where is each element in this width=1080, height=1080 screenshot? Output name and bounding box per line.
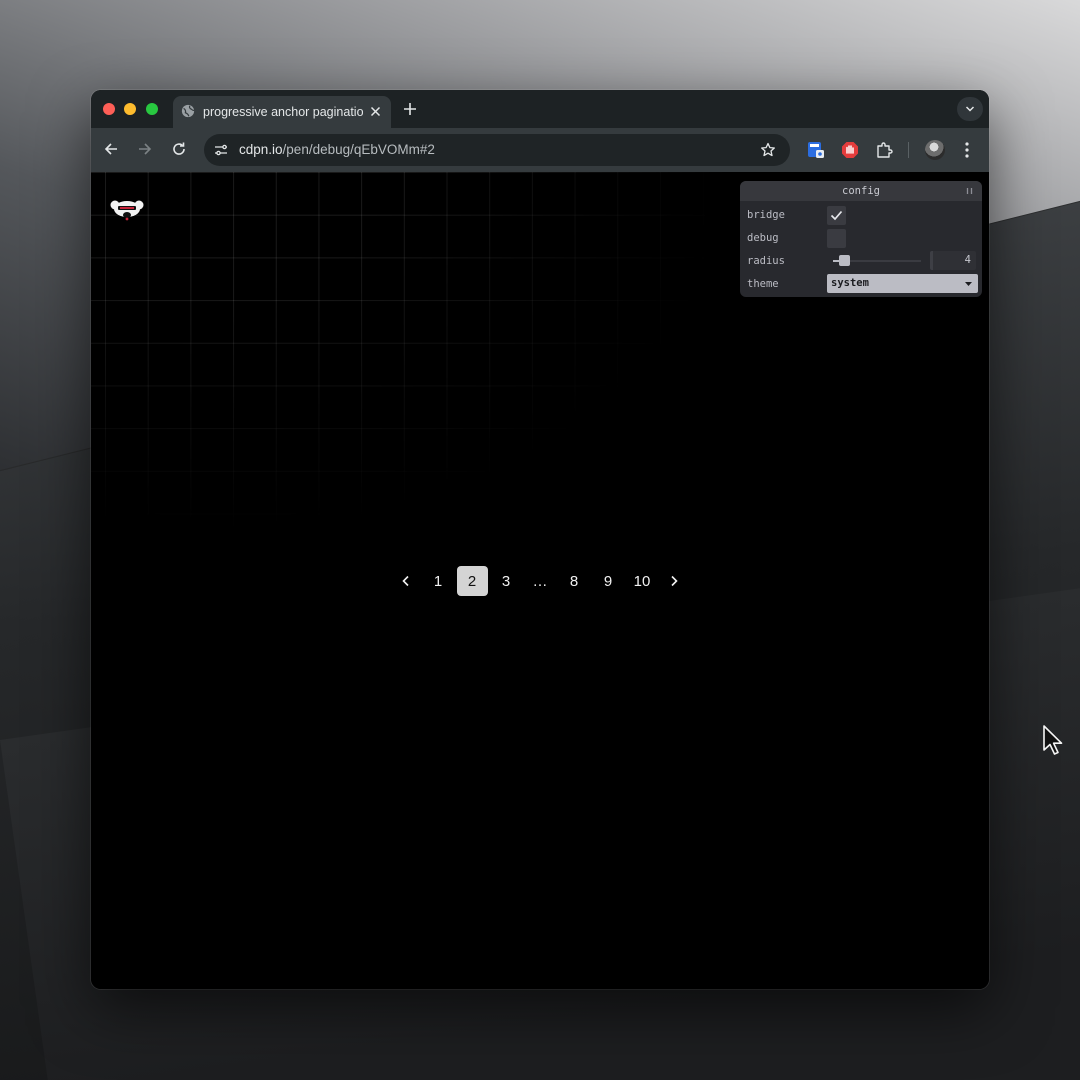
- profile-avatar[interactable]: [925, 140, 945, 160]
- window-close-button[interactable]: [103, 103, 115, 115]
- password-manager-extension-icon[interactable]: [807, 141, 825, 159]
- tab-strip: progressive anchor pagination: [91, 90, 989, 128]
- browser-tab[interactable]: progressive anchor pagination: [173, 96, 391, 128]
- tab-search-button[interactable]: [957, 97, 983, 121]
- config-panel: config bridge debug radius 4 theme syste…: [740, 181, 982, 297]
- config-row-bridge: bridge: [747, 205, 977, 225]
- site-settings-icon[interactable]: [214, 143, 228, 157]
- pagination: 1 2 3 … 8 9 10: [391, 566, 689, 596]
- browser-window: progressive anchor pagination cdpn.io/pe…: [91, 90, 989, 989]
- page-link-3[interactable]: 3: [491, 566, 522, 596]
- radius-slider-knob[interactable]: [838, 255, 850, 266]
- pagination-ellipsis: …: [532, 572, 548, 590]
- checkmark-icon: [830, 210, 843, 221]
- config-panel-header[interactable]: config: [740, 181, 982, 201]
- page-link-10[interactable]: 10: [627, 566, 658, 596]
- window-maximize-button[interactable]: [146, 103, 158, 115]
- chevron-left-icon: [402, 575, 409, 587]
- debug-label: debug: [747, 232, 779, 244]
- radius-slider[interactable]: [833, 251, 921, 271]
- close-icon[interactable]: [370, 106, 381, 117]
- page-link-8[interactable]: 8: [559, 566, 590, 596]
- reload-icon[interactable]: [171, 141, 187, 157]
- window-minimize-button[interactable]: [124, 103, 136, 115]
- radius-label: radius: [747, 255, 785, 267]
- url-text: cdpn.io/pen/debug/qEbVOMm#2: [239, 142, 435, 157]
- back-arrow-icon[interactable]: [103, 141, 119, 157]
- url-path: /pen/debug/qEbVOMm#2: [282, 142, 435, 157]
- page-link-1[interactable]: 1: [423, 566, 454, 596]
- page-link-9[interactable]: 9: [593, 566, 624, 596]
- url-host: cdpn.io: [239, 142, 283, 157]
- bridge-checkbox[interactable]: [827, 206, 846, 225]
- toolbar-divider: [908, 142, 909, 158]
- dropdown-caret-icon: [965, 282, 972, 286]
- more-menu-icon[interactable]: [963, 141, 971, 159]
- globe-icon: [181, 104, 195, 118]
- page-viewport: 1 2 3 … 8 9 10 config bridge debug radiu…: [91, 172, 989, 989]
- config-title: config: [842, 185, 880, 197]
- new-tab-icon[interactable]: [403, 102, 417, 116]
- config-row-radius: radius 4: [747, 251, 977, 271]
- previous-page-button[interactable]: [391, 566, 421, 596]
- theme-select-value: system: [831, 277, 869, 289]
- browser-toolbar: cdpn.io/pen/debug/qEbVOMm#2: [91, 128, 989, 172]
- chevron-down-icon: [965, 106, 975, 112]
- page-link-2-current[interactable]: 2: [456, 566, 488, 596]
- bridge-label: bridge: [747, 209, 785, 221]
- forward-arrow-icon[interactable]: [137, 141, 153, 157]
- next-page-button[interactable]: [659, 566, 689, 596]
- radius-number-input[interactable]: 4: [930, 251, 976, 270]
- extensions-puzzle-icon[interactable]: [875, 141, 893, 159]
- theme-select[interactable]: system: [827, 274, 978, 293]
- bookmark-star-icon[interactable]: [760, 142, 776, 158]
- config-row-theme: theme system: [747, 274, 978, 294]
- chevron-right-icon: [671, 575, 678, 587]
- config-row-debug: debug: [747, 228, 977, 248]
- debug-checkbox[interactable]: [827, 229, 846, 248]
- address-bar[interactable]: cdpn.io/pen/debug/qEbVOMm#2: [204, 134, 790, 166]
- collapse-grip-icon[interactable]: [966, 188, 973, 194]
- tab-title: progressive anchor pagination: [203, 105, 363, 119]
- theme-label: theme: [747, 278, 779, 290]
- mouse-cursor-icon: [1043, 725, 1063, 755]
- adblock-extension-icon[interactable]: [841, 141, 859, 159]
- bear-logo-icon[interactable]: [109, 198, 145, 224]
